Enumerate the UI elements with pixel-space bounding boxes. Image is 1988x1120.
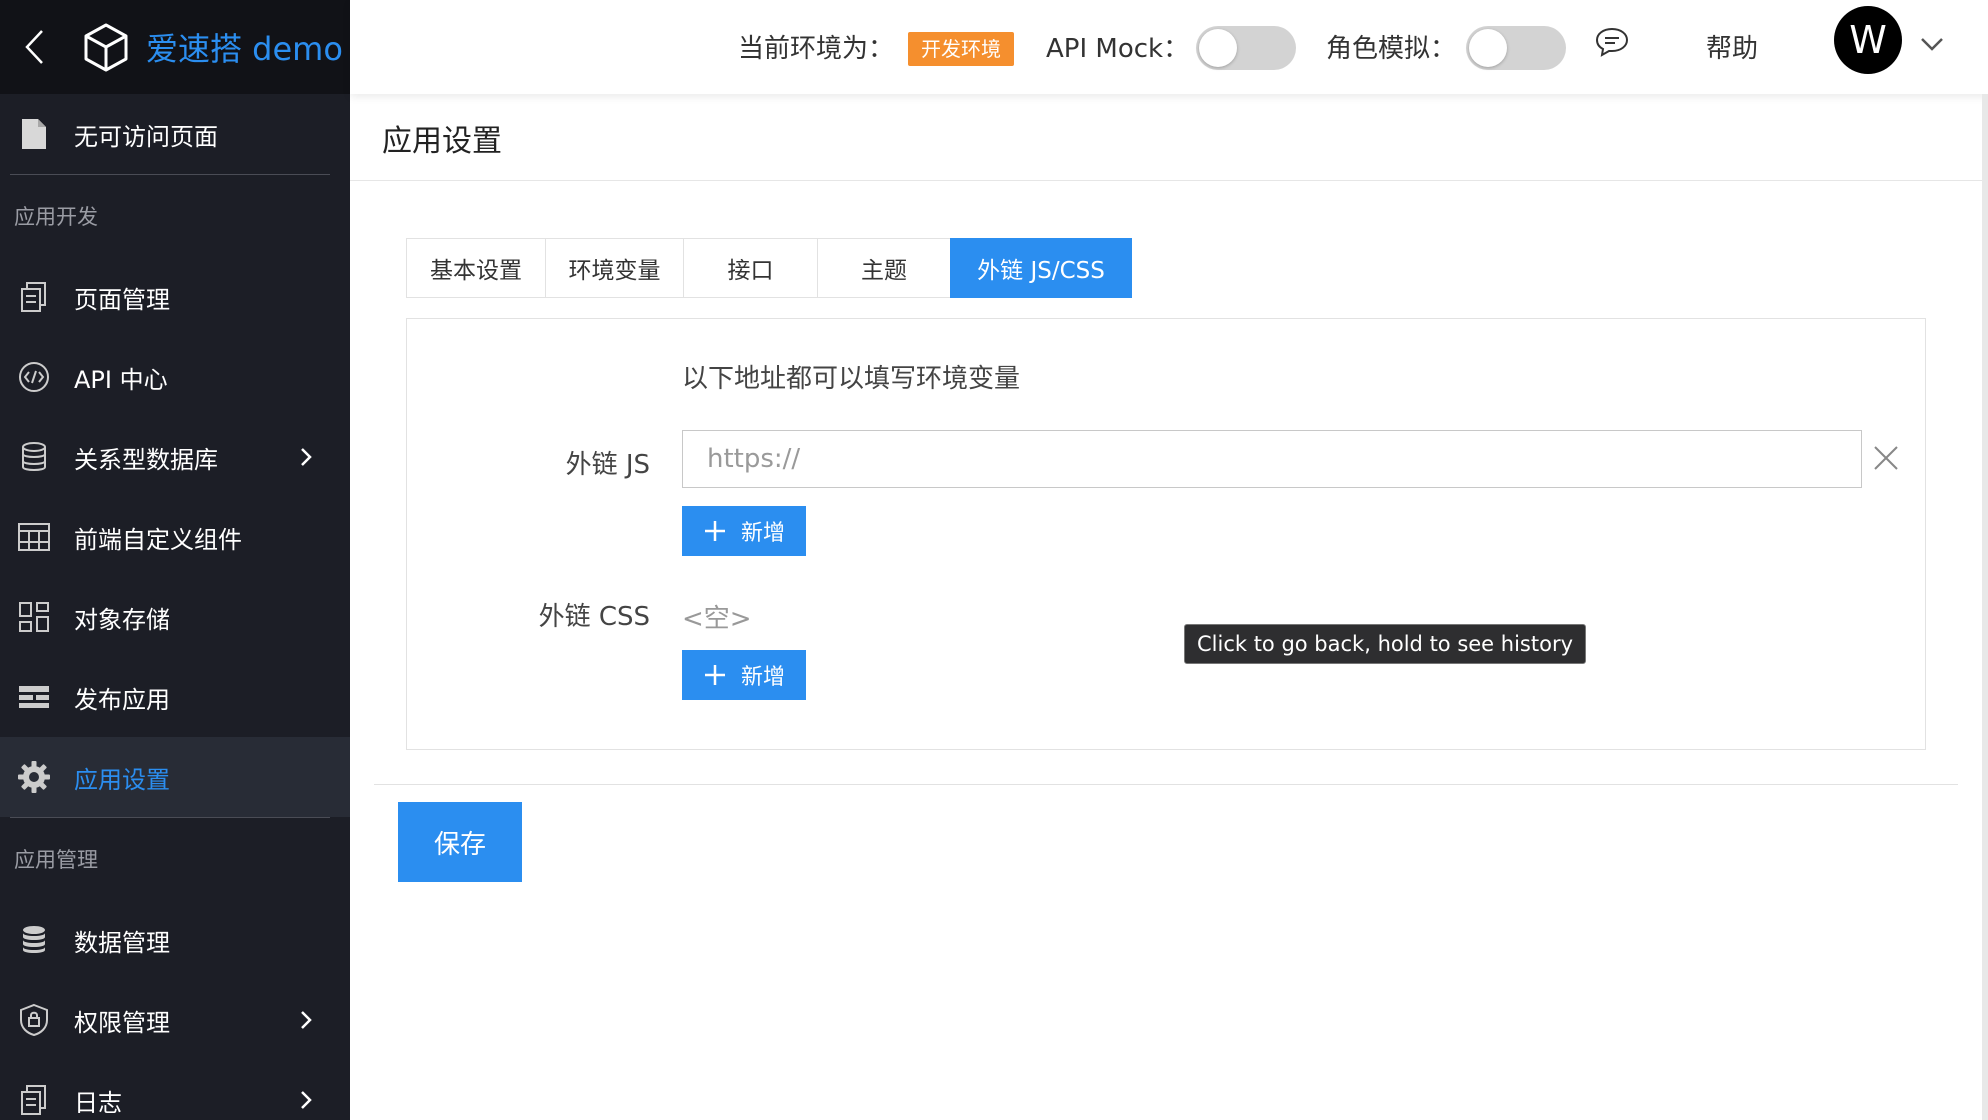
hint-text: 以下地址都可以填写环境变量 (682, 364, 1021, 394)
chevron-down-icon[interactable] (1918, 34, 1946, 54)
css-label: 外链 CSS (538, 602, 650, 632)
api-mock-label: API Mock： (1046, 34, 1190, 64)
external-js-input[interactable] (682, 430, 1862, 488)
add-button-label: 新增 (740, 521, 785, 546)
sidebar-item-rdb[interactable]: 关系型数据库 (0, 417, 350, 497)
pages-icon (21, 282, 46, 312)
scrollbar[interactable] (1982, 94, 1988, 1120)
sidebar-item-label: 应用设置 (74, 765, 170, 794)
sidebar-item-label: 前端自定义组件 (74, 525, 242, 554)
toggle-knob (1199, 29, 1237, 67)
storage-grid-icon (19, 602, 49, 632)
save-button[interactable]: 保存 (398, 802, 522, 882)
gear-icon (18, 761, 50, 793)
sidebar-item-settings[interactable]: 应用设置 (0, 737, 350, 817)
components-icon (18, 523, 50, 551)
data-stack-icon (23, 926, 45, 953)
plus-icon (704, 521, 725, 541)
sidebar-item-label: 页面管理 (74, 285, 170, 314)
add-js-button[interactable]: 新增 (682, 506, 806, 556)
cube-logo-icon (84, 23, 128, 72)
log-icon (21, 1085, 46, 1115)
sidebar-item-no-access[interactable]: 无可访问页面 (0, 94, 350, 174)
tab-external-js-css[interactable]: 外链 JS/CSS (950, 238, 1132, 298)
css-empty-value: <空> (682, 604, 752, 634)
close-icon[interactable] (1872, 444, 1900, 472)
code-icon (19, 362, 49, 392)
sidebar-item-api[interactable]: API 中心 (0, 337, 350, 417)
sidebar-item-logs[interactable]: 日志 (0, 1060, 350, 1120)
message-icon[interactable] (1594, 24, 1630, 60)
chevron-right-icon (301, 1011, 312, 1029)
env-badge: 开发环境 (908, 32, 1014, 66)
sidebar-item-publish[interactable]: 发布应用 (0, 657, 350, 737)
sidebar-item-label: 发布应用 (74, 685, 170, 714)
back-button[interactable] (16, 27, 52, 67)
add-button-label: 新增 (740, 665, 785, 690)
sidebar-item-data[interactable]: 数据管理 (0, 900, 350, 980)
avatar[interactable]: W (1834, 6, 1902, 74)
js-label: 外链 JS (565, 450, 650, 480)
sidebar-item-label: 日志 (74, 1088, 122, 1117)
sidebar-section-manage: 应用管理 (14, 848, 98, 872)
sidebar-section-dev: 应用开发 (14, 205, 98, 229)
publish-icon (19, 686, 49, 708)
top-header: 当前环境为： 开发环境 API Mock： 角色模拟： 帮助 W (350, 0, 1988, 94)
chevron-right-icon (301, 1091, 312, 1109)
role-sim-toggle[interactable] (1466, 26, 1566, 70)
env-label: 当前环境为： (738, 34, 895, 64)
sidebar-item-label: 关系型数据库 (74, 445, 218, 474)
sidebar-item-label: 数据管理 (74, 928, 170, 957)
role-sim-label: 角色模拟： (1326, 34, 1457, 64)
page-title: 应用设置 (382, 124, 502, 159)
sidebar-item-label: API 中心 (74, 365, 168, 394)
plus-icon (704, 665, 725, 685)
title-divider (350, 180, 1982, 181)
sidebar-item-label: 权限管理 (74, 1008, 170, 1037)
api-mock-toggle[interactable] (1196, 26, 1296, 70)
chevron-right-icon (301, 448, 312, 466)
add-css-button[interactable]: 新增 (682, 650, 806, 700)
tab-bar: 基本设置 环境变量 接口 主题 外链 JS/CSS (406, 238, 1132, 298)
toggle-knob (1469, 29, 1507, 67)
app-brand[interactable]: 爱速搭 demo (146, 24, 343, 70)
sidebar-item-permissions[interactable]: 权限管理 (0, 980, 350, 1060)
help-link[interactable]: 帮助 (1706, 28, 1758, 65)
settings-panel (406, 318, 1926, 750)
shield-lock-icon (20, 1003, 48, 1037)
sidebar-item-storage[interactable]: 对象存储 (0, 577, 350, 657)
sidebar-item-label: 无可访问页面 (74, 122, 218, 151)
tab-theme[interactable]: 主题 (817, 238, 951, 298)
chevron-left-icon (25, 30, 43, 64)
tab-api[interactable]: 接口 (683, 238, 818, 298)
tab-env-vars[interactable]: 环境变量 (545, 238, 684, 298)
database-icon (22, 442, 46, 471)
tab-basic[interactable]: 基本设置 (406, 238, 546, 298)
sidebar-item-components[interactable]: 前端自定义组件 (0, 497, 350, 577)
sidebar-header: 爱速搭 demo (0, 0, 350, 94)
file-icon (22, 119, 46, 149)
sidebar-item-label: 对象存储 (74, 605, 170, 634)
sidebar: 爱速搭 demo 无可访问页面 应用开发 页面管理 API 中心 关系型数据库 … (0, 0, 350, 1120)
back-history-tooltip: Click to go back, hold to see history (1184, 624, 1586, 664)
form-divider (374, 784, 1958, 785)
sidebar-item-pages[interactable]: 页面管理 (0, 257, 350, 337)
